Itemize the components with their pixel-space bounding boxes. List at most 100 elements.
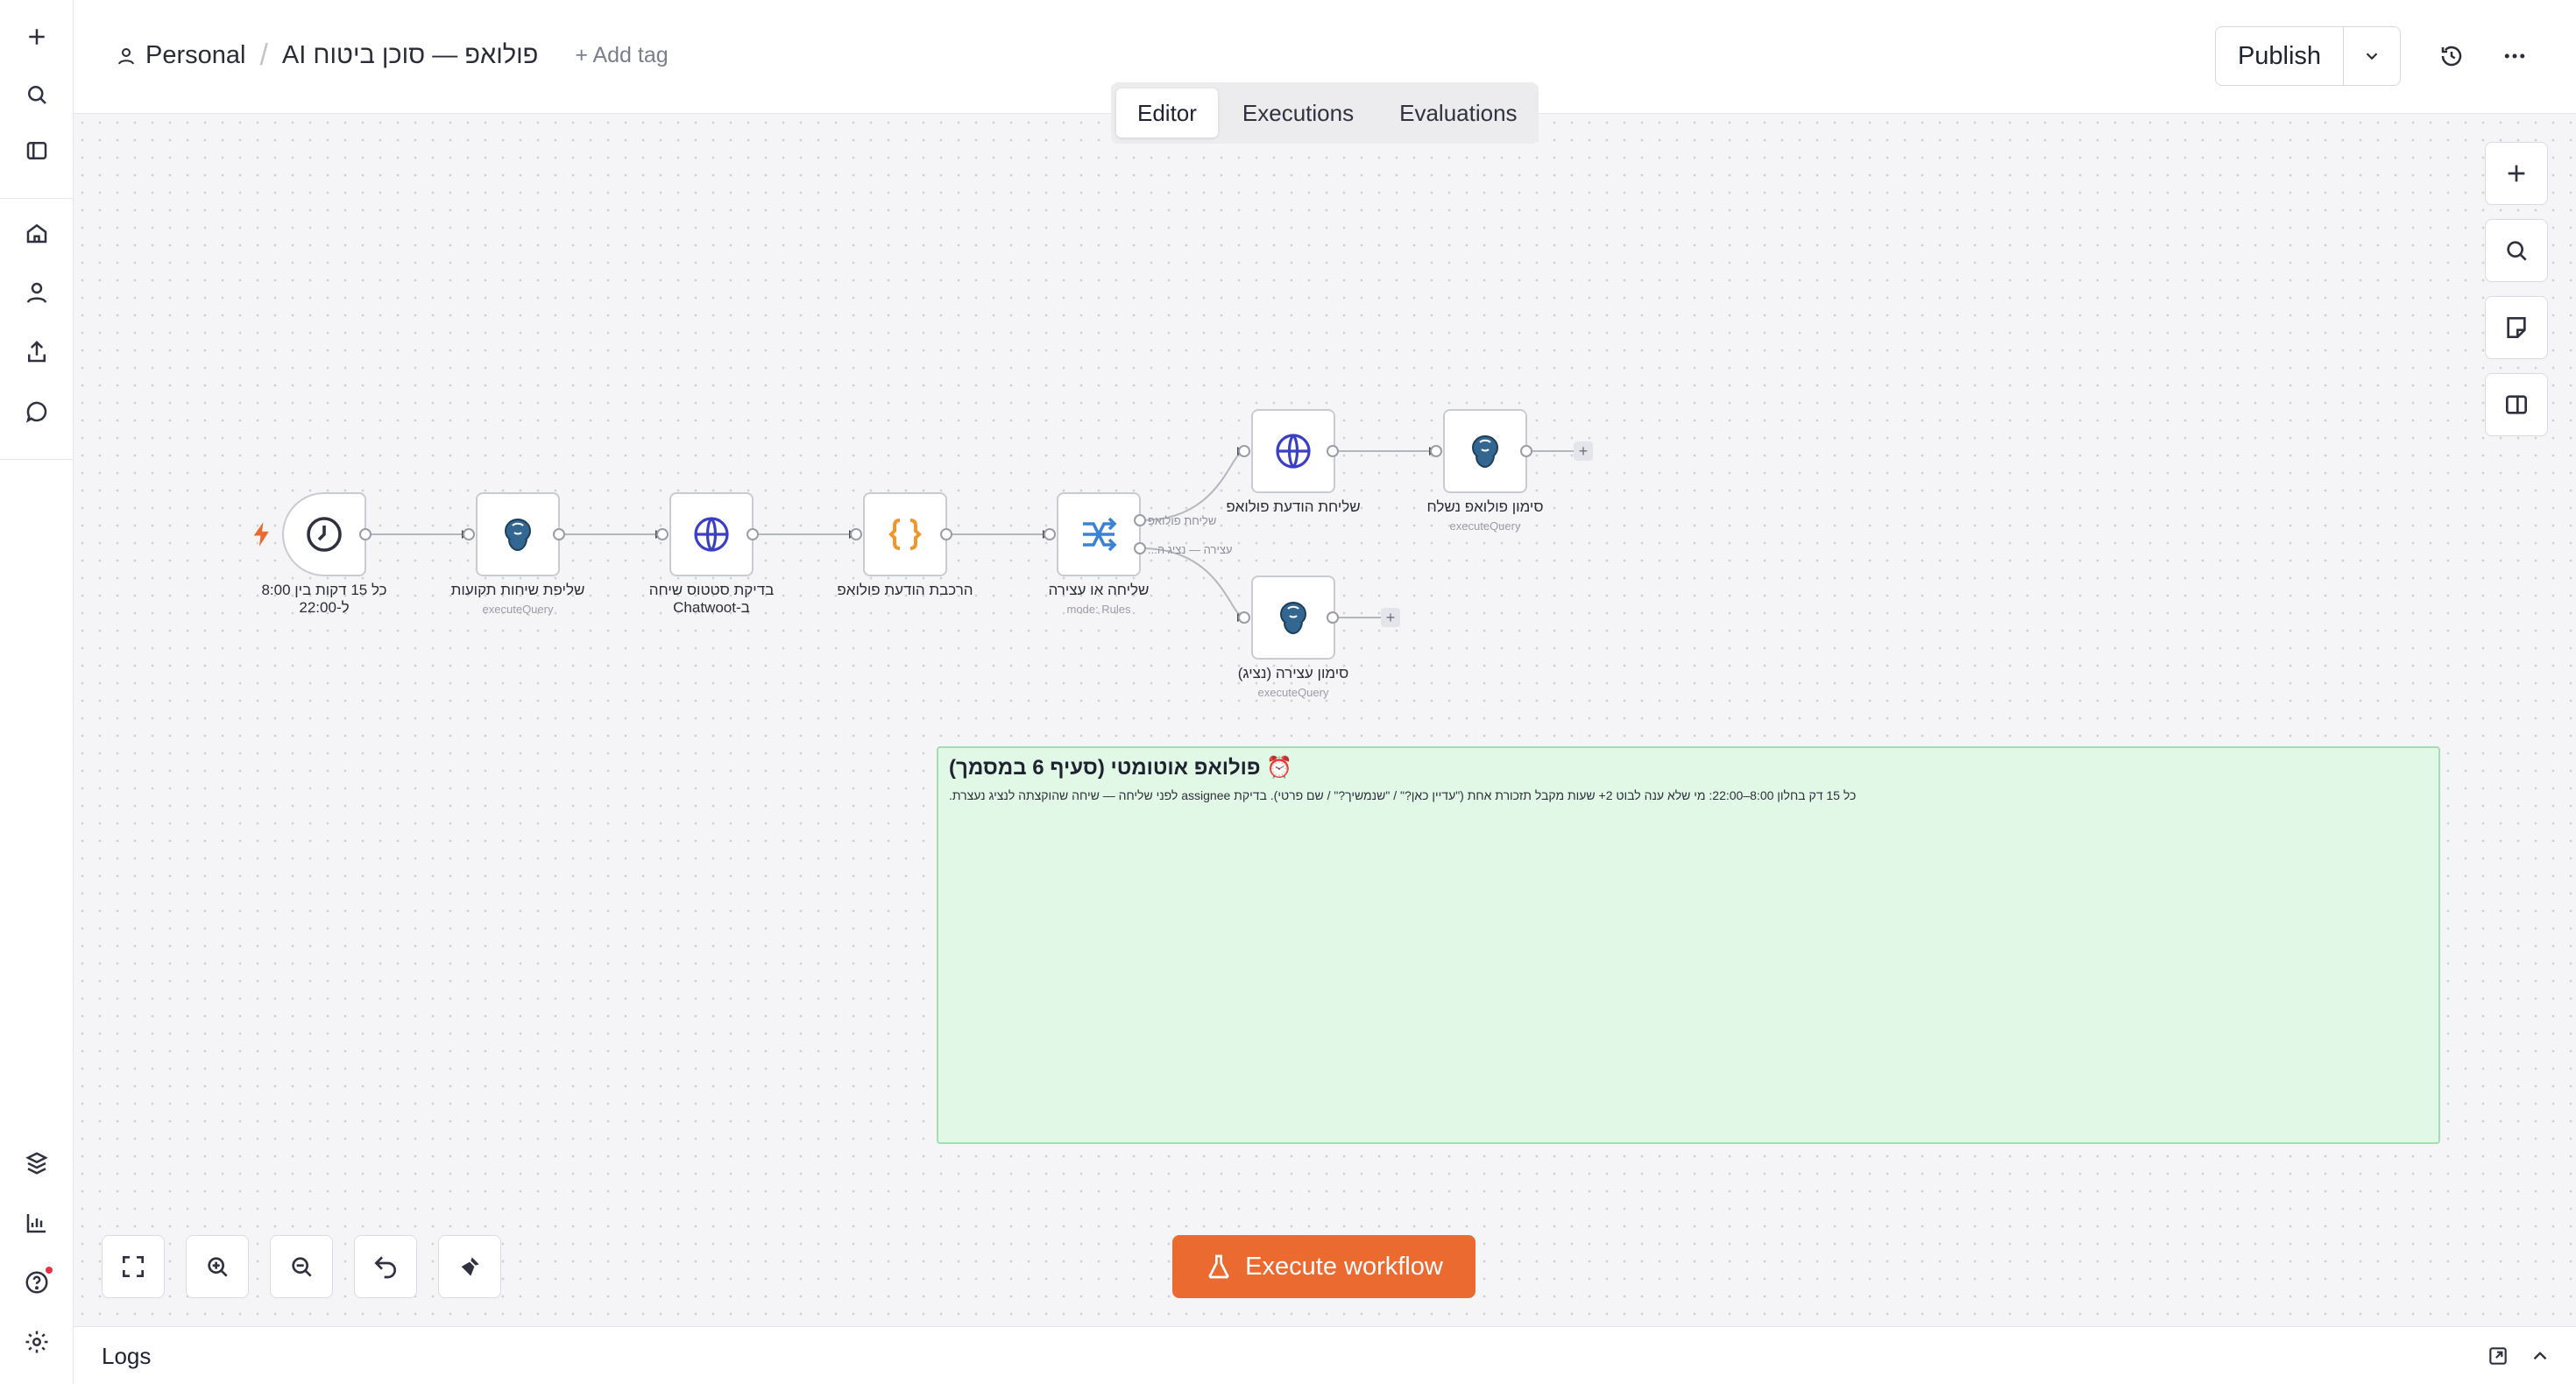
templates-icon[interactable] — [18, 1144, 56, 1183]
trigger-bolt-icon — [253, 522, 269, 547]
node-check-chatwoot[interactable] — [669, 492, 754, 576]
node-label-line: כל 15 דקות בין 8:00 — [261, 582, 387, 598]
left-sidebar — [0, 0, 74, 1384]
logs-bar[interactable]: Logs — [74, 1326, 2576, 1384]
globe-icon — [694, 517, 729, 552]
input-port[interactable] — [850, 528, 862, 540]
node-label: שליחת הודעת פולואפ — [1226, 498, 1361, 515]
tab-executions[interactable]: Executions — [1221, 88, 1375, 138]
add-icon[interactable] — [18, 18, 56, 56]
node-subtitle: executeQuery — [482, 603, 554, 616]
plus-icon — [2508, 165, 2525, 182]
undo-button[interactable] — [354, 1235, 417, 1298]
history-icon[interactable] — [2434, 39, 2469, 74]
publish-dropdown-button[interactable] — [2344, 27, 2400, 85]
pop-out-icon[interactable] — [2485, 1343, 2511, 1369]
execute-workflow-label: Execute workflow — [1245, 1252, 1443, 1281]
publish-button[interactable]: Publish — [2216, 27, 2344, 85]
output-port[interactable] — [359, 528, 372, 540]
workflow-name[interactable]: פולואפ — סוכן ביטוח AI — [282, 41, 538, 70]
node-send-followup[interactable] — [1251, 409, 1335, 493]
logs-label: Logs — [102, 1343, 152, 1369]
tidy-up-button[interactable] — [438, 1235, 501, 1298]
canvas-search-button[interactable] — [2485, 219, 2548, 282]
share-icon[interactable] — [18, 333, 56, 371]
input-port[interactable] — [1238, 445, 1250, 457]
breadcrumb: Personal / פולואפ — סוכן ביטוח AI + Add … — [116, 39, 669, 73]
fullscreen-icon — [123, 1256, 144, 1277]
more-options-icon[interactable] — [2497, 39, 2532, 74]
node-label-line: בדיקת סטטוס שיחה — [648, 582, 775, 598]
add-sticky-button[interactable] — [2485, 296, 2548, 359]
add-node-button[interactable]: + — [1574, 441, 1593, 461]
output-label: שליחת פולואפ — [1148, 514, 1217, 527]
project-name: Personal — [145, 41, 246, 69]
connections — [365, 447, 1577, 622]
input-port[interactable] — [1430, 445, 1442, 457]
zoom-out-icon — [292, 1257, 312, 1277]
node-subtitle: mode: Rules — [1066, 603, 1131, 616]
node-label: בדיקת סטטוס שיחה ב-Chatwoot — [619, 582, 803, 617]
output-port[interactable] — [1327, 611, 1339, 624]
add-tag-button[interactable]: + Add tag — [575, 43, 668, 68]
user-icon — [118, 47, 134, 64]
help-icon[interactable] — [18, 1263, 56, 1302]
node-fetch-conversations[interactable] — [476, 492, 560, 576]
postgres-icon — [1472, 435, 1498, 469]
output-port[interactable] — [1134, 542, 1146, 554]
node-label-line: ל-22:00 — [299, 599, 350, 616]
output-port[interactable] — [553, 528, 565, 540]
add-node-panel-button[interactable] — [2485, 142, 2548, 205]
chat-icon[interactable] — [18, 392, 56, 431]
output-label: עצירה — נציג ה... — [1148, 543, 1233, 556]
zoom-out-button[interactable] — [270, 1235, 333, 1298]
node-label: סימון פולואפ נשלח — [1426, 498, 1544, 515]
node-subtitle: executeQuery — [1257, 686, 1329, 699]
globe-icon — [1276, 434, 1311, 469]
tab-evaluations[interactable]: Evaluations — [1378, 88, 1538, 138]
node-mark-stop[interactable] — [1251, 575, 1335, 660]
broom-icon — [461, 1257, 479, 1276]
code-braces-icon — [888, 519, 922, 550]
add-node-button[interactable]: + — [1381, 608, 1400, 627]
workflow-canvas[interactable]: ⏰ פולואפ אוטומטי (סעיף 6 במסמך) כל 15 דק… — [74, 114, 2576, 1326]
node-compose-message[interactable] — [863, 492, 947, 576]
node-send-or-stop[interactable] — [1057, 492, 1141, 576]
input-port[interactable] — [1044, 528, 1056, 540]
project-crumb[interactable]: Personal — [116, 41, 245, 70]
zoom-in-icon — [208, 1257, 228, 1277]
tab-editor[interactable]: Editor — [1116, 88, 1218, 138]
view-tabs: Editor Executions Evaluations — [1111, 82, 1539, 144]
output-port[interactable] — [1327, 445, 1339, 457]
output-port[interactable] — [1134, 514, 1146, 526]
input-port[interactable] — [463, 528, 475, 540]
output-port[interactable] — [940, 528, 952, 540]
output-port[interactable] — [1520, 445, 1532, 457]
node-label: הרכבת הודעת פולואפ — [837, 582, 973, 598]
collapse-sidebar-icon[interactable] — [18, 131, 56, 170]
input-port[interactable] — [1238, 611, 1250, 624]
undo-icon — [374, 1256, 396, 1279]
rail-divider — [0, 198, 74, 199]
chevron-down-icon — [2366, 53, 2378, 60]
settings-icon[interactable] — [18, 1323, 56, 1361]
insights-icon[interactable] — [18, 1204, 56, 1242]
search-icon[interactable] — [18, 75, 56, 114]
input-port[interactable] — [656, 528, 669, 540]
output-port[interactable] — [747, 528, 759, 540]
chevron-up-icon[interactable] — [2527, 1343, 2553, 1369]
node-label-line: ב-Chatwoot — [673, 599, 750, 616]
search-icon — [2507, 241, 2527, 261]
node-label: סימון עצירה (נציג) — [1237, 665, 1349, 681]
node-label: כל 15 דקות בין 8:00 ל-22:00 — [232, 582, 416, 617]
fit-view-button[interactable] — [102, 1235, 165, 1298]
user-icon[interactable] — [18, 273, 56, 312]
notification-dot — [46, 1267, 53, 1274]
panel-icon — [2506, 395, 2527, 414]
node-mark-sent[interactable] — [1443, 409, 1527, 493]
node-schedule-trigger[interactable] — [282, 492, 366, 576]
toggle-panel-button[interactable] — [2485, 373, 2548, 436]
execute-workflow-button[interactable]: Execute workflow — [1172, 1235, 1476, 1298]
home-icon[interactable] — [18, 214, 56, 252]
zoom-in-button[interactable] — [186, 1235, 249, 1298]
